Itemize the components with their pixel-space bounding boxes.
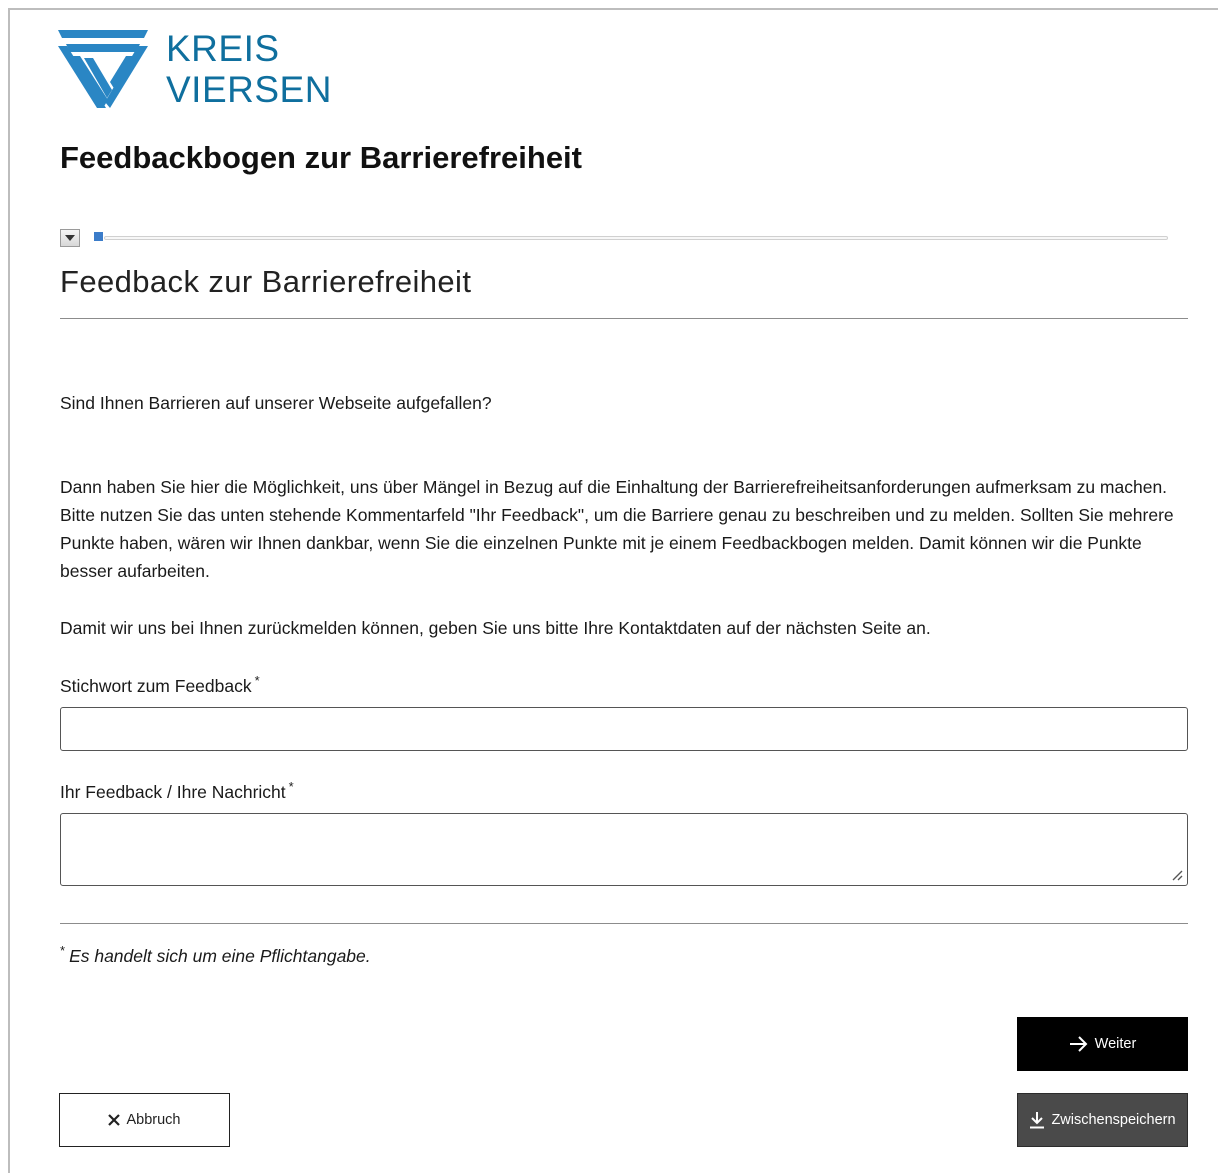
brand-name: KREIS VIERSEN [166, 30, 332, 108]
arrow-right-icon [1069, 1036, 1088, 1052]
save-draft-button-label: Zwischenspeichern [1051, 1112, 1176, 1128]
keyword-input[interactable] [60, 707, 1188, 751]
progress-bar [104, 236, 1168, 240]
required-mark: * [288, 779, 294, 795]
divider [60, 923, 1188, 924]
cancel-button-label: Abbruch [126, 1112, 181, 1128]
required-mark: * [254, 673, 260, 689]
progress-step-marker [94, 232, 103, 241]
page-heading: Feedback zur Barrierefreiheit [60, 264, 472, 299]
cancel-button[interactable]: Abbruch [59, 1093, 230, 1147]
download-icon [1030, 1112, 1045, 1129]
message-textarea[interactable] [60, 813, 1188, 886]
page-frame [8, 8, 1218, 1173]
message-label-text: Ihr Feedback / Ihre Nachricht [60, 782, 286, 802]
required-note: * Es handelt sich um eine Pflichtangabe. [60, 943, 371, 967]
message-label: Ihr Feedback / Ihre Nachricht * [60, 779, 294, 803]
brand-name-line2: VIERSEN [166, 69, 332, 110]
close-icon [108, 1114, 121, 1126]
resize-handle-icon[interactable] [1171, 869, 1183, 881]
required-note-text: Es handelt sich um eine Pflichtangabe. [69, 946, 371, 966]
keyword-label: Stichwort zum Feedback * [60, 673, 260, 697]
keyword-label-text: Stichwort zum Feedback [60, 676, 252, 696]
brand-name-line1: KREIS [166, 28, 280, 69]
intro-question: Sind Ihnen Barrieren auf unserer Webseit… [60, 393, 492, 413]
required-mark: * [60, 943, 66, 959]
chevron-down-icon [65, 235, 75, 241]
next-button-label: Weiter [1094, 1036, 1137, 1052]
kreis-viersen-logo-icon [58, 30, 148, 108]
intro-paragraph: Dann haben Sie hier die Möglichkeit, uns… [60, 477, 1174, 581]
progress-toggle-button[interactable] [60, 229, 80, 247]
divider [60, 318, 1188, 319]
contact-note: Damit wir uns bei Ihnen zurückmelden kön… [60, 618, 931, 638]
save-draft-button[interactable]: Zwischenspeichern [1017, 1093, 1188, 1147]
form-title: Feedbackbogen zur Barrierefreiheit [60, 140, 582, 175]
next-button[interactable]: Weiter [1017, 1017, 1188, 1071]
